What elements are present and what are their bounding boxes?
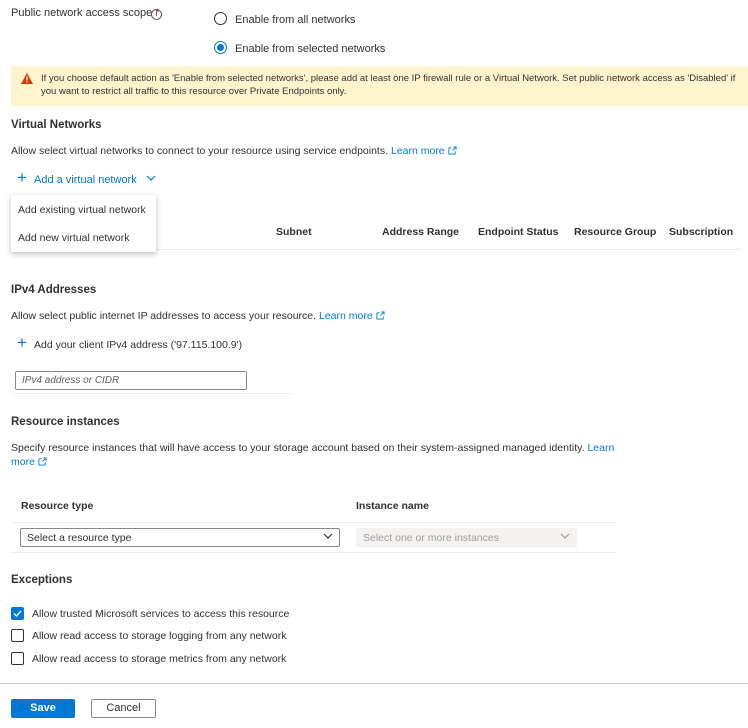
col-instance-name: Instance name	[356, 500, 429, 512]
col-subscription: Subscription	[669, 226, 734, 238]
chevron-down-icon	[323, 533, 333, 539]
checkbox-storage-logging-label[interactable]: Allow read access to storage logging fro…	[32, 630, 286, 642]
resource-table-top-divider	[11, 522, 616, 523]
resource-table-bottom-divider	[11, 552, 616, 553]
external-link-icon	[376, 311, 385, 320]
virtual-networks-description: Allow select virtual networks to connect…	[11, 145, 457, 157]
vnet-learn-more-link[interactable]: Learn more	[391, 145, 457, 157]
plus-icon: +	[17, 168, 27, 187]
vnet-learn-more-text[interactable]: Learn more	[391, 145, 445, 157]
ipv4-learn-more-link[interactable]: Learn more	[319, 310, 385, 322]
exceptions-title: Exceptions	[11, 574, 73, 586]
checkbox-trusted-services[interactable]	[11, 607, 24, 620]
radio-selected-networks-label[interactable]: Enable from selected networks	[235, 43, 385, 55]
ipv4-learn-more-text[interactable]: Learn more	[319, 310, 373, 322]
ipv4-description: Allow select public internet IP addresse…	[11, 310, 385, 322]
save-button[interactable]: Save	[11, 699, 75, 718]
resource-instances-description: Specify resource instances that will hav…	[11, 442, 614, 454]
warning-icon	[21, 73, 33, 84]
plus-icon: +	[17, 333, 27, 352]
info-icon[interactable]: i	[151, 9, 162, 20]
chevron-down-icon	[560, 533, 570, 539]
network-access-label: Public network access scope *	[11, 7, 160, 19]
checkbox-trusted-services-label[interactable]: Allow trusted Microsoft services to acce…	[32, 608, 289, 620]
checkbox-storage-metrics[interactable]	[11, 652, 24, 665]
resource-learn-more-line2[interactable]: more	[11, 456, 47, 468]
col-resource-type: Resource type	[21, 500, 94, 512]
add-client-ip-label[interactable]: Add your client IPv4 address ('97.115.10…	[34, 339, 242, 351]
add-vnet-menu: Add existing virtual network Add new vir…	[11, 195, 156, 252]
menu-add-existing-vnet[interactable]: Add existing virtual network	[18, 204, 146, 216]
warning-text: If you choose default action as 'Enable …	[41, 73, 736, 97]
instance-name-select: Select one or more instances	[356, 528, 577, 547]
ipv4-title: IPv4 Addresses	[11, 284, 97, 296]
warning-banner: If you choose default action as 'Enable …	[11, 66, 748, 106]
ipv4-divider	[11, 393, 291, 394]
col-address-range: Address Range	[382, 226, 460, 238]
resource-type-select[interactable]: Select a resource type	[20, 528, 340, 547]
network-access-label-text: Public network access scope	[11, 7, 153, 19]
ipv4-description-text: Allow select public internet IP addresse…	[11, 310, 317, 322]
resource-type-select-value: Select a resource type	[27, 532, 132, 544]
ipv4-input-placeholder: IPv4 address or CIDR	[22, 375, 120, 386]
checkmark-icon	[13, 610, 22, 618]
resource-instances-description-text: Specify resource instances that will hav…	[11, 442, 585, 454]
add-virtual-network-label[interactable]: Add a virtual network	[34, 174, 137, 186]
checkbox-storage-metrics-label[interactable]: Allow read access to storage metrics fro…	[32, 653, 286, 665]
cancel-button[interactable]: Cancel	[91, 699, 156, 718]
external-link-icon	[448, 146, 457, 155]
resource-learn-more-link-2[interactable]: more	[11, 456, 35, 468]
virtual-networks-title: Virtual Networks	[11, 119, 102, 131]
add-virtual-network-button[interactable]: + Add a virtual network	[17, 168, 156, 187]
chevron-down-icon	[146, 175, 156, 181]
footer-divider	[0, 683, 748, 684]
radio-all-networks-label[interactable]: Enable from all networks	[235, 14, 355, 26]
add-client-ip-button[interactable]: + Add your client IPv4 address ('97.115.…	[17, 333, 242, 352]
col-resource-group: Resource Group	[574, 226, 657, 238]
col-endpoint-status: Endpoint Status	[478, 226, 559, 238]
resource-instances-title: Resource instances	[11, 416, 120, 428]
vnet-description-text: Allow select virtual networks to connect…	[11, 145, 389, 157]
col-subnet: Subnet	[276, 226, 312, 238]
checkbox-storage-logging[interactable]	[11, 629, 24, 642]
ipv4-input[interactable]: IPv4 address or CIDR	[15, 371, 247, 390]
instance-name-select-value: Select one or more instances	[363, 532, 499, 544]
radio-all-networks[interactable]	[214, 12, 227, 25]
resource-learn-more-link[interactable]: Learn	[587, 442, 614, 454]
external-link-icon	[38, 457, 47, 466]
menu-add-new-vnet[interactable]: Add new virtual network	[18, 232, 129, 244]
radio-selected-networks[interactable]	[214, 41, 227, 54]
